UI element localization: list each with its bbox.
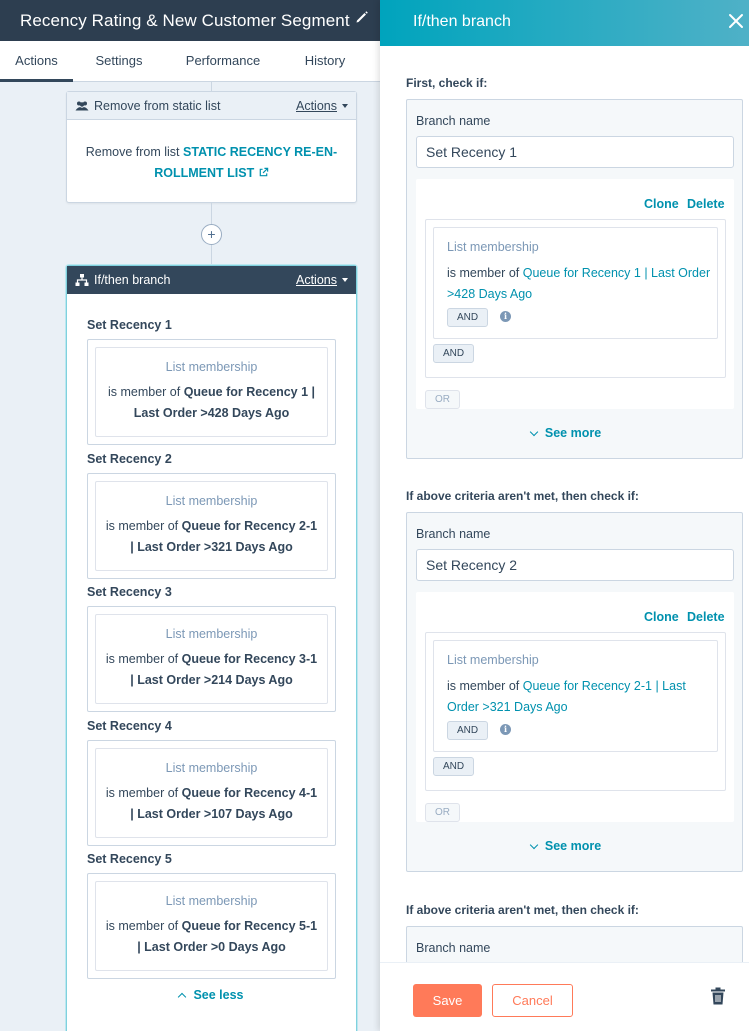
branch-filter: List membership is member of Queue for R… xyxy=(95,748,328,838)
card-title: If/then branch xyxy=(94,273,171,287)
info-icon[interactable]: i xyxy=(500,311,511,322)
and-group-button[interactable]: AND xyxy=(433,344,475,363)
card-actions-dropdown[interactable]: Actions xyxy=(296,99,348,113)
section-heading: If above criteria aren't met, then check… xyxy=(406,903,639,917)
filter-type: List membership xyxy=(165,894,258,908)
chevron-up-icon xyxy=(178,992,187,1001)
criteria-group: List membership is member of Queue for R… xyxy=(425,632,726,791)
tab-history[interactable]: History xyxy=(295,41,355,82)
workflow-canvas-pane: Recency Rating & New Customer Segment Ac… xyxy=(0,0,380,1031)
section-heading: If above criteria aren't met, then check… xyxy=(406,489,639,503)
branch-criteria-box: List membership is member of Queue for R… xyxy=(87,339,336,445)
branch-name: Set Recency 4 xyxy=(87,719,172,733)
branch-name-label: Branch name xyxy=(416,527,491,541)
remove-prefix: Remove from list xyxy=(85,145,180,159)
panel-footer: Save Cancel xyxy=(380,962,749,1031)
branch-filter: List membership is member of Queue for R… xyxy=(95,481,328,571)
see-more-link[interactable]: See more xyxy=(407,426,725,440)
branch-filter: List membership is member of Queue for R… xyxy=(95,347,328,437)
branch-editor: Branch name Set Recency 1 Clone Delete L… xyxy=(406,99,743,459)
criteria-group: List membership is member of Queue for R… xyxy=(425,219,726,378)
filter-description: is member of Queue for Recency 1 | Last O… xyxy=(107,385,316,420)
branch-filter: List membership is member of Queue for R… xyxy=(95,614,328,704)
action-card-if-then-branch[interactable]: If/then branch Actions Set Recency 1 Lis… xyxy=(66,265,357,1031)
or-button[interactable]: OR xyxy=(425,803,460,822)
tab-settings[interactable]: Settings xyxy=(83,41,155,82)
close-icon[interactable] xyxy=(727,12,745,30)
info-icon[interactable]: i xyxy=(500,724,511,735)
filter-description: is member of Queue for Recency 1 | Last … xyxy=(447,266,711,301)
branch-name: Set Recency 5 xyxy=(87,852,172,866)
filter-type: List membership xyxy=(447,653,539,667)
or-button[interactable]: OR xyxy=(425,390,460,409)
filter-type: List membership xyxy=(165,360,258,374)
chevron-down-icon xyxy=(529,427,539,436)
and-button[interactable]: AND xyxy=(447,308,489,327)
branch-criteria-box: List membership is member of Queue for R… xyxy=(87,606,336,712)
action-card-remove-from-list[interactable]: Remove from static list Actions Remove f… xyxy=(66,91,357,203)
users-icon xyxy=(75,99,89,113)
workflow-header: Recency Rating & New Customer Segment xyxy=(0,0,380,41)
card-body: Remove from list STATIC RECENCY RE-EN- R… xyxy=(67,120,356,184)
card-header: Remove from static list Actions xyxy=(67,92,356,120)
criteria-container: Clone Delete List membership is member o… xyxy=(416,179,734,409)
list-link[interactable]: STATIC RECENCY RE-EN- xyxy=(183,145,337,159)
cancel-button[interactable]: Cancel xyxy=(492,984,573,1017)
filter-description: is member of Queue for Recency 2-1 | Last… xyxy=(105,519,318,554)
branch-icon xyxy=(75,273,89,287)
delete-button[interactable]: Delete xyxy=(687,197,725,211)
add-action-button[interactable]: + xyxy=(201,224,222,245)
chevron-down-icon xyxy=(529,840,539,849)
branch-name: Set Recency 2 xyxy=(87,452,172,466)
workflow-tabs: Actions Settings Performance History xyxy=(0,41,380,82)
filter-description: is member of Queue for Recency 2-1 | Las… xyxy=(447,679,686,714)
list-link-cont[interactable]: ROLLMENT LIST xyxy=(154,166,254,180)
branch-name: Set Recency 1 xyxy=(87,318,172,332)
branch-filter: List membership is member of Queue for R… xyxy=(95,881,328,971)
save-button[interactable]: Save xyxy=(413,984,482,1017)
filter-type: List membership xyxy=(165,494,258,508)
external-link-icon[interactable] xyxy=(258,167,269,178)
card-actions-dropdown[interactable]: Actions xyxy=(296,273,348,287)
filter-description: is member of Queue for Recency 4-1 | Last… xyxy=(105,786,318,821)
connector-line xyxy=(211,82,212,91)
branch-name-label: Branch name xyxy=(416,941,491,955)
filter-description: is member of Queue for Recency 3-1 | Last… xyxy=(105,652,318,687)
branch-name: Set Recency 3 xyxy=(87,585,172,599)
filter-description: is member of Queue for Recency 5-1 | Last… xyxy=(105,919,318,954)
filter-type: List membership xyxy=(165,761,258,775)
filter-type: List membership xyxy=(165,627,258,641)
delete-button[interactable]: Delete xyxy=(687,610,725,624)
clone-button[interactable]: Clone xyxy=(644,610,679,624)
branch-name-input[interactable]: Set Recency 2 xyxy=(416,549,734,581)
card-header: If/then branch Actions xyxy=(67,266,356,294)
filter-row[interactable]: List membership is member of Queue for R… xyxy=(433,640,718,752)
branch-name-label: Branch name xyxy=(416,114,491,128)
branch-criteria-box: List membership is member of Queue for R… xyxy=(87,473,336,579)
branch-criteria-box: List membership is member of Queue for R… xyxy=(87,740,336,846)
card-title: Remove from static list xyxy=(94,98,221,113)
caret-down-icon xyxy=(342,278,348,282)
clone-button[interactable]: Clone xyxy=(644,197,679,211)
and-button[interactable]: AND xyxy=(447,721,489,740)
panel-title: If/then branch xyxy=(413,13,511,30)
branch-editor: Branch name Set Recency 2 Clone Delete L… xyxy=(406,512,743,872)
tab-performance[interactable]: Performance xyxy=(178,41,268,82)
filter-row[interactable]: List membership is member of Queue for R… xyxy=(433,227,718,339)
branch-name-input[interactable]: Set Recency 1 xyxy=(416,136,734,168)
pencil-icon[interactable] xyxy=(355,10,369,24)
branch-criteria-box: List membership is member of Queue for R… xyxy=(87,873,336,979)
see-less-link[interactable]: See less xyxy=(67,988,356,1002)
panel-header: If/then branch xyxy=(380,0,749,46)
trash-icon[interactable] xyxy=(710,987,726,1005)
if-then-branch-panel: If/then branch First, check if: Branch n… xyxy=(380,0,749,1031)
criteria-container: Clone Delete List membership is member o… xyxy=(416,592,734,822)
section-heading: First, check if: xyxy=(406,76,488,90)
caret-down-icon xyxy=(342,103,348,108)
tab-actions[interactable]: Actions xyxy=(0,41,73,82)
and-group-button[interactable]: AND xyxy=(433,757,475,776)
see-more-link[interactable]: See more xyxy=(407,839,725,853)
workflow-title[interactable]: Recency Rating & New Customer Segment xyxy=(20,11,350,31)
filter-type: List membership xyxy=(447,240,539,254)
